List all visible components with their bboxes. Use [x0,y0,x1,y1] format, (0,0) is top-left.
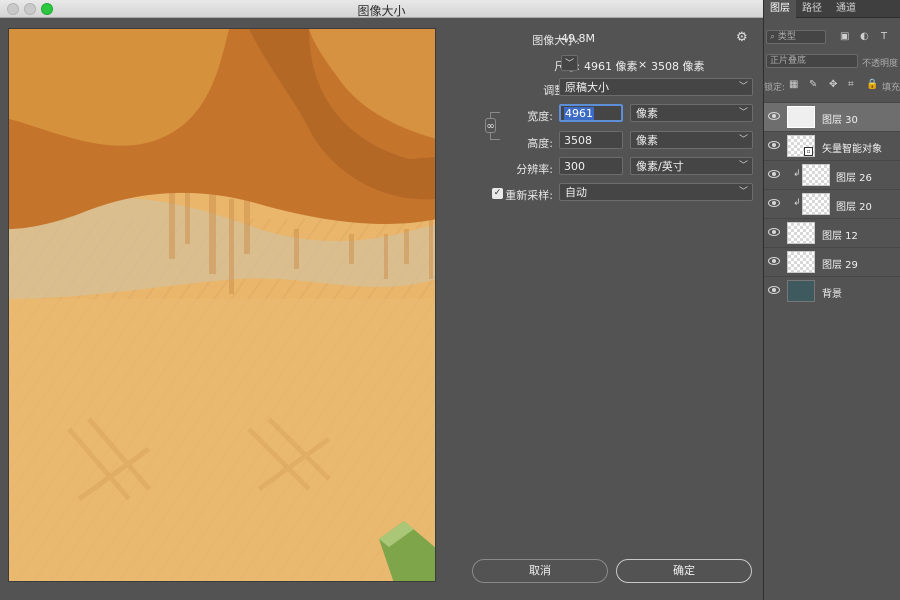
width-unit-value: 像素 [636,107,658,120]
layers-panel: 图层 路径 通道 ⌕ 类型 ▣ ◐ T 正片叠底 不透明度 锁定: ▦ ✎ ✥ … [763,0,900,600]
dimensions-separator: × [638,58,648,71]
resolution-value: 300 [564,160,585,173]
layer-row[interactable]: 背景 [764,276,900,305]
gear-icon[interactable]: ⚙ [736,30,748,45]
visibility-eye-icon[interactable] [768,112,780,120]
chevron-down-icon: ﹀ [738,161,748,171]
width-value: 4961 [564,107,594,120]
layer-name: 图层 26 [836,173,872,184]
chevron-down-icon: ﹀ [738,187,748,197]
layer-row[interactable]: ▫ 矢量智能对象 [764,131,900,160]
height-value: 3508 [564,134,592,147]
resolution-unit-select[interactable]: 像素/英寸 ﹀ [630,157,753,175]
fit-to-value: 原稿大小 [565,81,609,94]
layer-thumbnail [802,193,830,215]
dimensions-dropdown-button[interactable]: ﹀ [561,55,578,71]
lock-artboard-icon[interactable]: ⌗ [848,79,854,90]
type-filter-icon[interactable]: T [881,31,887,42]
visibility-eye-icon[interactable] [768,141,780,149]
chevron-down-icon: ﹀ [565,59,575,69]
blend-row: 正片叠底 不透明度 [764,52,900,72]
chevron-down-icon: ﹀ [738,108,748,118]
filter-row: ⌕ 类型 ▣ ◐ T [764,28,900,48]
lock-transparency-icon[interactable]: ▦ [789,79,798,90]
blend-mode-select[interactable]: 正片叠底 [766,54,858,68]
panel-tabs: 图层 路径 通道 [764,0,900,18]
height-unit-value: 像素 [636,134,658,147]
layer-row[interactable]: ↲ 图层 26 [764,160,900,189]
layer-name: 图层 12 [822,231,858,242]
title-bar: 图像大小 [0,0,763,18]
resolution-label: 分辨率: [516,163,553,176]
image-size-dialog: 图像大小 图像大小: 49.8M ⚙ ﹀ 4961 像素 × 3508 像素 原… [0,0,763,600]
layer-row[interactable]: 图层 12 [764,218,900,247]
layer-thumbnail [787,106,815,128]
dimensions-height: 3508 像素 [651,60,705,73]
width-input[interactable]: 4961 [559,104,623,122]
opacity-label: 不透明度 [862,59,899,69]
layer-row[interactable]: ↲ 图层 20 [764,189,900,218]
layer-name: 背景 [822,289,842,300]
lock-brush-icon[interactable]: ✎ [809,79,817,90]
layer-name: 矢量智能对象 [822,144,882,155]
height-label: 高度: [527,137,553,150]
ok-button[interactable]: 确定 [616,559,752,583]
resolution-input[interactable]: 300 [559,157,623,175]
resample-select[interactable]: 自动 ﹀ [559,183,753,201]
layer-thumbnail [787,280,815,302]
filter-kind-select[interactable]: ⌕ 类型 [766,30,826,44]
filter-kind-value: 类型 [777,32,796,42]
clipping-mask-icon: ↲ [793,169,801,179]
dimensions-width: 4961 像素 [584,60,638,73]
layer-name: 图层 29 [822,260,858,271]
height-unit-select[interactable]: 像素 ﹀ [630,131,753,149]
preview-artwork [9,29,435,581]
fit-to-select[interactable]: 原稿大小 ﹀ [559,78,753,96]
layer-thumbnail [802,164,830,186]
layer-thumbnail [787,251,815,273]
layer-name: 图层 30 [822,115,858,126]
window-title: 图像大小 [357,4,406,18]
image-size-value: 49.8M [561,32,595,45]
search-icon: ⌕ [770,32,776,42]
fill-label: 填充 [882,83,900,93]
resolution-unit-value: 像素/英寸 [636,160,684,173]
layer-thumbnail [787,222,815,244]
layer-row[interactable]: 图层 29 [764,247,900,276]
clipping-mask-icon: ↲ [793,198,801,208]
blend-mode-value: 正片叠底 [770,56,807,66]
lock-move-icon[interactable]: ✥ [829,79,837,90]
lock-row: 锁定: ▦ ✎ ✥ ⌗ 🔒 填充 [764,76,900,96]
width-unit-select[interactable]: 像素 ﹀ [630,104,753,122]
visibility-eye-icon[interactable] [768,286,780,294]
height-input[interactable]: 3508 [559,131,623,149]
visibility-eye-icon[interactable] [768,228,780,236]
width-label: 宽度: [527,110,553,123]
image-filter-icon[interactable]: ▣ [840,31,849,42]
cancel-button[interactable]: 取消 [472,559,608,583]
image-preview[interactable] [8,28,436,582]
tab-layers[interactable]: 图层 [764,0,796,18]
tab-paths[interactable]: 路径 [796,0,828,18]
lock-all-icon[interactable]: 🔒 [866,79,878,90]
visibility-eye-icon[interactable] [768,199,780,207]
lock-label: 锁定: [764,83,786,93]
tab-channels[interactable]: 通道 [830,0,862,18]
smart-object-icon: ▫ [804,147,813,156]
visibility-eye-icon[interactable] [768,257,780,265]
visibility-eye-icon[interactable] [768,170,780,178]
resample-label: 重新采样: [505,189,553,202]
chevron-down-icon: ﹀ [738,82,748,92]
layer-name: 图层 20 [836,202,872,213]
resample-value: 自动 [565,186,587,199]
layer-row[interactable]: 图层 30 [764,102,900,131]
chevron-down-icon: ﹀ [738,135,748,145]
adjustment-filter-icon[interactable]: ◐ [860,31,869,42]
